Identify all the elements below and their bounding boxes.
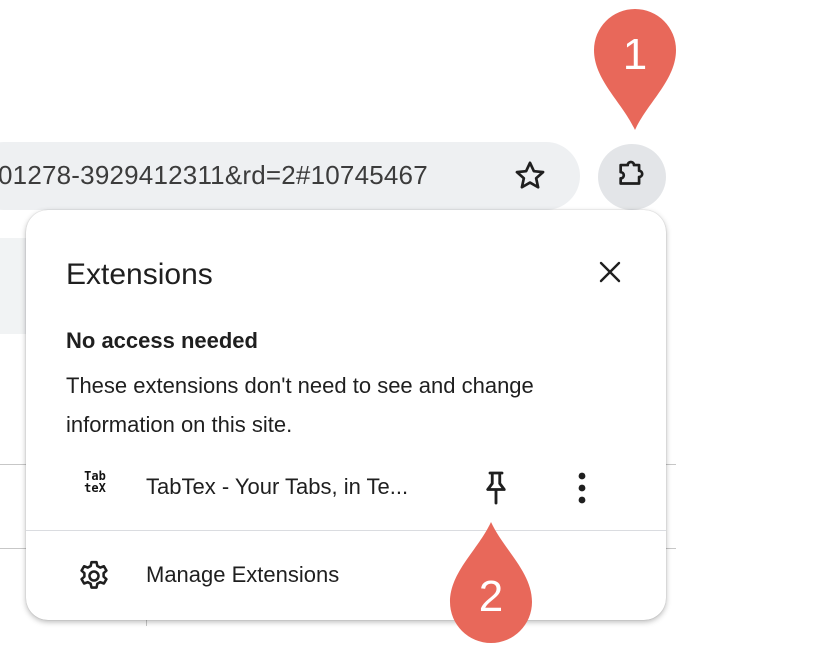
callout-marker-1: 1 <box>592 6 678 132</box>
address-bar[interactable]: 01278-3929412311&rd=2#10745467 <box>0 142 580 210</box>
gear-icon <box>76 558 112 594</box>
puzzle-piece-icon <box>615 158 649 197</box>
manage-extensions-item[interactable]: Manage Extensions <box>26 552 666 600</box>
extension-name[interactable]: TabTex - Your Tabs, in Te... <box>146 474 408 500</box>
manage-extensions-label[interactable]: Manage Extensions <box>146 562 339 588</box>
extensions-button[interactable] <box>598 144 666 210</box>
callout-marker-2: 2 <box>448 520 534 646</box>
pin-icon[interactable] <box>478 468 514 508</box>
menu-title: Extensions <box>66 258 213 291</box>
star-icon[interactable] <box>512 158 548 194</box>
extensions-menu: Extensions No access needed These extens… <box>26 210 666 620</box>
close-button[interactable] <box>592 256 628 292</box>
callout-number: 1 <box>622 30 648 79</box>
callout-number: 2 <box>478 572 504 621</box>
section-description: These extensions don't need to see and c… <box>66 373 534 437</box>
url-text[interactable]: 01278-3929412311&rd=2#10745467 <box>0 160 428 191</box>
extension-row-tabtex[interactable]: Tab teX TabTex - Your Tabs, in Te... <box>26 462 666 514</box>
menu-divider <box>26 530 666 531</box>
section-heading: No access needed <box>66 328 258 353</box>
more-vertical-icon[interactable] <box>568 468 596 508</box>
extension-logo: Tab teX <box>84 469 106 495</box>
close-icon <box>598 260 622 289</box>
